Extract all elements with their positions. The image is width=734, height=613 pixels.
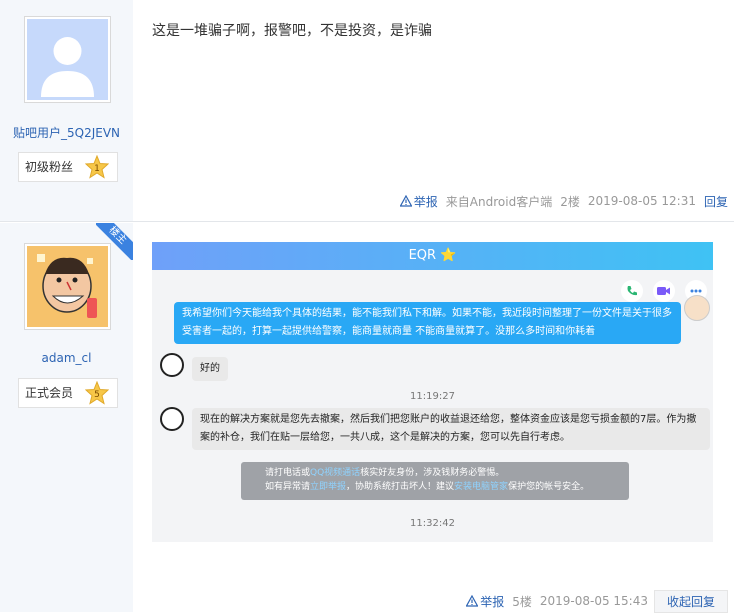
sender-avatar [684,295,710,321]
post-time: 2019-08-05 12:31 [587,194,696,208]
level-star-icon: 5 [85,381,109,405]
chat-timestamp: 11:32:42 [410,518,455,529]
member-level-badge[interactable]: 正式会员 5 [18,378,118,408]
chat-title: EQR ⭐ [152,242,713,270]
contact-avatar [160,407,184,431]
notice-line-1: 请打电话或QQ视频通话核实好友身份，涉及钱财务必警惕。 [265,466,621,480]
contact-message-bubble: 好的 [192,357,228,381]
notice-text: 如有异常请 [265,482,311,492]
avatar[interactable] [24,243,111,330]
notice-link: 立即举报 [310,482,347,492]
floor-number: 2楼 [560,194,580,209]
reply-link[interactable]: 回复 [704,193,728,210]
report-label: 举报 [480,594,505,609]
author-sidebar: 楼主 adam_cl 正式会员 5 [0,223,133,612]
user-message-bubble: 我希望你们今天能给我个具体的结果，能不能我们私下和解。如果不能，我近段时间整理了… [174,302,681,344]
floor-number: 5楼 [512,594,532,609]
chat-screenshot-image: EQR ⭐ 我希望你们今天能给我个具体的结果，能不能我们私下和解。如果不能，我近… [152,242,713,542]
client-source: 来自Android客户端 [445,194,553,209]
contact-avatar [160,353,184,377]
report-link[interactable]: 举报 [399,193,438,210]
notice-text: ，协助系统打击坏人！建议 [346,482,455,492]
video-icon [653,280,675,302]
report-label: 举报 [413,194,438,209]
security-notice: 请打电话或QQ视频通话核实好友身份，涉及钱财务必警惕。 如有异常请立即举报，协助… [241,462,629,500]
fan-level-badge[interactable]: 初级粉丝 1 [18,152,118,182]
level-star-icon: 1 [85,155,109,179]
post-tail: 举报 5楼 2019-08-05 15:43 收起回复 [458,589,728,613]
default-avatar-icon [27,19,108,100]
warning-icon [466,595,479,607]
notice-text: 保护您的帐号安全。 [508,482,590,492]
avatar[interactable] [24,16,111,103]
chat-timestamp: 11:19:27 [410,391,455,402]
collapse-reply-button[interactable]: 收起回复 [653,589,728,613]
warning-icon [399,195,412,207]
notice-text: 请打电话或 [265,468,311,478]
username-link[interactable]: adam_cl [0,351,133,365]
report-link[interactable]: 举报 [466,593,504,610]
level-number: 1 [94,164,100,174]
notice-link: 安装电脑管家 [454,482,509,492]
post-floor-2: 贴吧用户_5Q2JEVN 初级粉丝 1 这是一堆骗子啊，报警吧，不是投资，是诈骗… [0,0,734,222]
cartoon-avatar-icon [27,246,108,327]
badge-label: 初级粉丝 [25,160,74,174]
post-time: 2019-08-05 15:43 [539,594,648,608]
post-content: 这是一堆骗子啊，报警吧，不是投资，是诈骗 [152,23,432,39]
contact-message-bubble: 现在的解决方案就是您先去撤案，然后我们把您账户的收益退还给您，整体资金应该是您亏… [192,408,710,450]
phone-icon [621,280,643,302]
post-tail: 举报 来自Android客户端 2楼 2019-08-05 12:31 回复 [392,191,728,211]
badge-label: 正式会员 [25,386,74,400]
level-number: 5 [94,390,100,400]
post-floor-5: 楼主 adam_cl 正式会员 5 EQR ⭐ 我希望你们今天能给我个具体的结果… [0,223,734,613]
author-sidebar: 贴吧用户_5Q2JEVN 初级粉丝 1 [0,0,133,221]
notice-link: QQ视频通话 [310,468,361,478]
notice-line-2: 如有异常请立即举报，协助系统打击坏人！建议安装电脑管家保护您的帐号安全。 [265,480,621,494]
username-link[interactable]: 贴吧用户_5Q2JEVN [0,124,133,141]
notice-text: 核实好友身份，涉及钱财务必警惕。 [360,468,505,478]
